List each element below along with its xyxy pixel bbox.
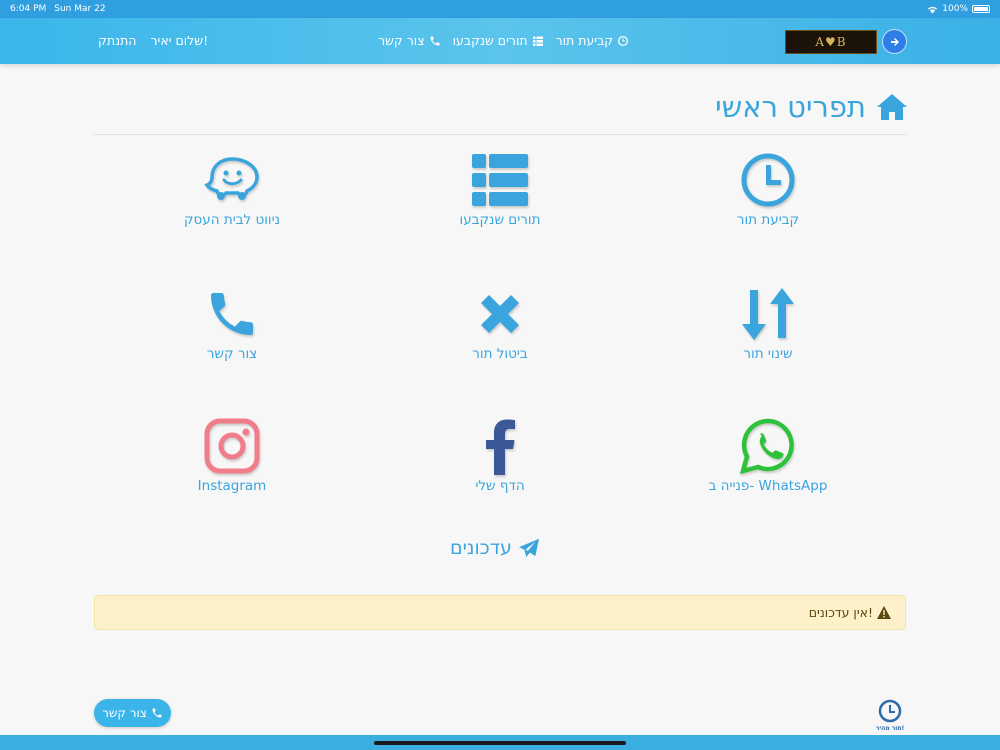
tile-whatsapp[interactable]: פנייה ב- WhatsApp bbox=[668, 416, 868, 494]
tile-booked[interactable]: תורים שנקבעו bbox=[400, 150, 600, 228]
title-divider bbox=[94, 134, 906, 135]
instagram-icon bbox=[204, 418, 260, 474]
tile-change-icon-wrap bbox=[668, 284, 868, 344]
updates-heading: עדכונים bbox=[450, 537, 550, 559]
page-title: תפריט ראשי bbox=[715, 90, 908, 124]
whatsapp-icon bbox=[739, 418, 794, 475]
list-icon bbox=[532, 36, 543, 46]
tile-facebook-label: הדף שלי bbox=[475, 478, 525, 494]
tile-contact[interactable]: צור קשר bbox=[132, 284, 332, 362]
tile-cancel[interactable]: ביטול תור bbox=[400, 284, 600, 362]
tile-cancel-label: ביטול תור bbox=[472, 346, 528, 362]
nav-contact[interactable]: צור קשר bbox=[378, 33, 441, 48]
business-logo[interactable]: A♥B bbox=[785, 30, 877, 54]
top-navbar: התנתק שלום יאיר! צור קשר תורים שנקבעו קב… bbox=[0, 18, 1000, 64]
tile-whatsapp-label: פנייה ב- WhatsApp bbox=[708, 478, 828, 494]
swap-vertical-icon bbox=[742, 288, 794, 340]
nav-book-label: קביעת תור bbox=[555, 33, 614, 48]
home-icon bbox=[877, 94, 907, 120]
greeting-text: שלום יאיר! bbox=[150, 33, 209, 48]
tile-change-label: שינוי תור bbox=[743, 346, 793, 362]
phone-icon bbox=[152, 708, 162, 718]
tile-facebook-icon-wrap bbox=[400, 416, 600, 476]
status-time: 6:04 PM bbox=[10, 4, 47, 14]
list-icon bbox=[472, 154, 528, 206]
battery-icon bbox=[972, 5, 990, 13]
tile-facebook[interactable]: הדף שלי bbox=[400, 416, 600, 494]
tile-navigate-icon-wrap bbox=[132, 150, 332, 210]
clock-logo-icon bbox=[878, 699, 902, 723]
battery-percent: 100% bbox=[942, 4, 968, 14]
tile-book[interactable]: קביעת תור bbox=[668, 150, 868, 228]
main-nav: צור קשר תורים שנקבעו קביעת תור bbox=[378, 33, 629, 48]
app-logo-caption: תור מהיר! bbox=[875, 725, 905, 732]
back-button[interactable] bbox=[882, 29, 907, 54]
tile-booked-icon-wrap bbox=[400, 150, 600, 210]
phone-icon bbox=[211, 293, 253, 335]
updates-alert: אין עדכונים! bbox=[94, 595, 906, 630]
tile-cancel-icon-wrap bbox=[400, 284, 600, 344]
tile-booked-label: תורים שנקבעו bbox=[459, 212, 541, 228]
close-icon bbox=[481, 295, 519, 333]
clock-icon bbox=[741, 153, 795, 207]
logout-link[interactable]: התנתק bbox=[98, 33, 136, 48]
paper-plane-icon bbox=[518, 538, 539, 558]
wifi-icon bbox=[928, 6, 938, 14]
tile-navigate[interactable]: ניווט לבית העסק bbox=[132, 150, 332, 228]
user-nav: התנתק שלום יאיר! bbox=[98, 33, 208, 48]
nav-booked[interactable]: תורים שנקבעו bbox=[453, 33, 544, 48]
facebook-icon bbox=[486, 419, 515, 475]
page-title-text: תפריט ראשי bbox=[715, 90, 866, 124]
tile-navigate-label: ניווט לבית העסק bbox=[183, 212, 281, 228]
status-date: Sun Mar 22 bbox=[54, 4, 106, 14]
status-bar: 6:04 PM Sun Mar 22 100% bbox=[0, 0, 1000, 18]
arrow-right-icon bbox=[890, 37, 899, 46]
tile-book-label: קביעת תור bbox=[736, 212, 800, 228]
tile-contact-icon-wrap bbox=[132, 284, 332, 344]
tile-whatsapp-icon-wrap bbox=[668, 416, 868, 476]
home-indicator bbox=[374, 741, 626, 745]
nav-book[interactable]: קביעת תור bbox=[556, 33, 630, 48]
nav-booked-label: תורים שנקבעו bbox=[452, 33, 528, 48]
tile-book-icon-wrap bbox=[668, 150, 868, 210]
app-logo[interactable]: תור מהיר! bbox=[872, 699, 908, 732]
warning-icon bbox=[877, 606, 891, 619]
tile-change[interactable]: שינוי תור bbox=[668, 284, 868, 362]
tile-instagram-label: Instagram bbox=[197, 478, 267, 494]
nav-contact-label: צור קשר bbox=[378, 33, 425, 48]
clock-icon bbox=[618, 35, 629, 46]
floating-contact-button[interactable]: צור קשר bbox=[94, 699, 171, 727]
phone-icon bbox=[430, 36, 440, 45]
updates-title-text: עדכונים bbox=[450, 537, 512, 559]
waze-icon bbox=[204, 157, 259, 200]
alert-text: אין עדכונים! bbox=[808, 605, 873, 620]
tile-contact-label: צור קשר bbox=[206, 346, 258, 362]
status-right: 100% bbox=[927, 4, 990, 14]
tile-instagram-icon-wrap bbox=[132, 416, 332, 476]
tile-instagram[interactable]: Instagram bbox=[132, 416, 332, 494]
floating-contact-label: צור קשר bbox=[102, 706, 147, 720]
